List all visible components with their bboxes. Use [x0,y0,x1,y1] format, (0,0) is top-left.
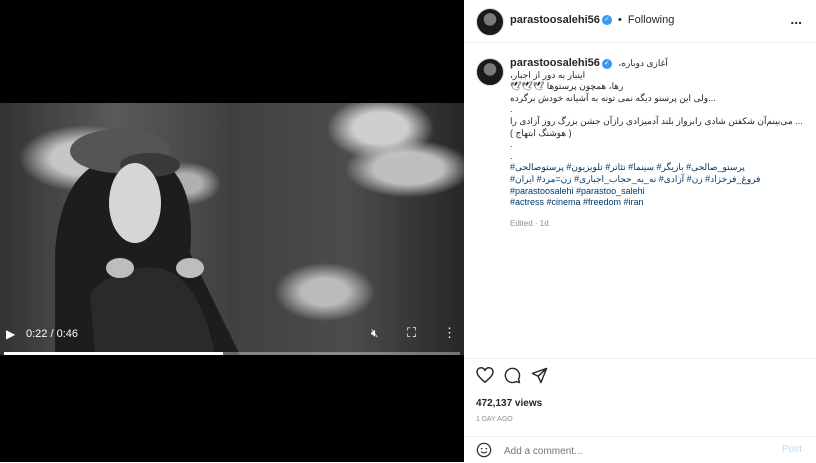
fullscreen-icon[interactable]: ⛶ [407,325,416,341]
caption-line-6: ... می‌بینم‌آن شکفتن شادی رابرواز بلند آ… [510,115,803,126]
caption-line-4: ...ولی این پرستو دیگه نمی تونه به آشیانه… [510,92,716,103]
comment-bar: Post [464,436,816,463]
emoji-icon[interactable] [476,442,492,463]
video-progress-fill [4,352,223,355]
hashtags-en-1[interactable]: #parastoosalehi #parastoo_salehi [510,186,806,198]
caption-line-8: . [510,139,513,150]
caption-line-1: آغازی دوباره، [618,58,668,68]
comment-icon[interactable] [504,367,521,389]
caption-verified-icon: ✓ [601,58,612,69]
caption-line-5: . [510,104,513,115]
hashtags-fa-1[interactable]: پرستو_صالحی# بازیگر# سینما# تئاتر# تلویز… [510,162,806,174]
caption-avatar[interactable] [476,58,504,86]
header-username[interactable]: parastoosalehi56 [510,14,600,26]
post-button[interactable]: Post [782,444,802,455]
heart-icon[interactable] [476,366,494,388]
video-panel: ▶ 0:22 / 0:46 🔇︎ ⛶ ⋮ [0,0,464,462]
more-vertical-icon[interactable]: ⋮ [443,325,456,341]
avatar[interactable] [476,8,504,36]
header-separator: • [617,14,622,26]
caption-line-7: ( هوشنگ ابتهاج ) [510,127,572,138]
edited-timestamp: Edited · 1d [510,218,549,228]
post-date: 1 DAY AGO [476,416,513,423]
more-options-icon[interactable]: ... [790,11,802,27]
caption-line-2: اینبار به دور از اجبار، [510,69,586,80]
following-button[interactable]: Following [628,14,674,26]
mute-icon[interactable]: 🔇︎ [371,326,379,341]
video-controls: ▶ 0:22 / 0:46 🔇︎ ⛶ ⋮ [0,315,464,355]
view-count[interactable]: 472,137 views [476,398,542,409]
video-player[interactable]: ▶ 0:22 / 0:46 🔇︎ ⛶ ⋮ [0,103,464,355]
verified-icon: ✓ [601,15,612,26]
hashtags-fa-2[interactable]: فروغ_فرخزاد# زن# آزادی# نه_به_حجاب_اجبار… [510,174,806,186]
post-sidebar: parastoosalehi56 ✓ • Following ... parast… [464,0,816,462]
comment-input[interactable] [502,441,766,461]
video-progress-bar[interactable] [4,352,460,355]
caption-line-3: رها، همچون پرستوها 🕊🕊🕊 [510,81,624,92]
post-header: parastoosalehi56 ✓ • Following ... [464,0,816,43]
video-time: 0:22 / 0:46 [26,328,78,340]
caption-username[interactable]: parastoosalehi56 [510,57,600,69]
hashtags-en-2[interactable]: #actress #cinema #freedom #iran [510,197,806,209]
caption-line-9: . [510,150,513,161]
post-caption: parastoosalehi56 ✓ آغازی دوباره، اینبار ب… [510,57,806,229]
share-icon[interactable] [531,367,548,389]
play-icon[interactable]: ▶ [6,327,15,341]
